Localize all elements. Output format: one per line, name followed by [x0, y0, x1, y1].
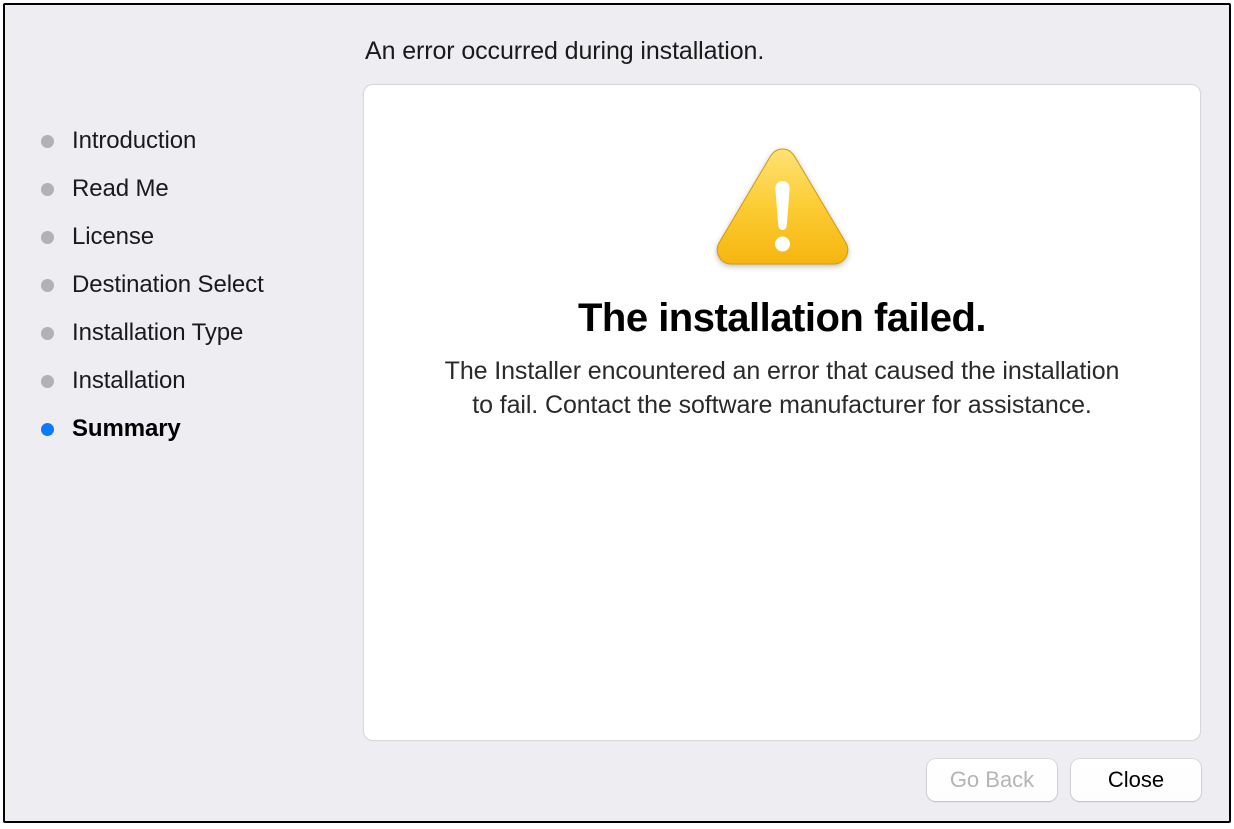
step-dot-icon	[41, 135, 54, 148]
step-summary: Summary	[33, 405, 343, 453]
step-label: Destination Select	[72, 271, 264, 299]
step-dot-icon	[41, 327, 54, 340]
page-title: An error occurred during installation.	[363, 25, 1201, 84]
warning-icon	[710, 143, 855, 268]
step-dot-icon	[41, 279, 54, 292]
go-back-button: Go Back	[927, 759, 1057, 801]
step-installation-type: Installation Type	[33, 309, 343, 357]
step-installation: Installation	[33, 357, 343, 405]
installer-steps-sidebar: Introduction Read Me License Destination…	[33, 25, 343, 741]
footer-buttons: Go Back Close	[5, 741, 1229, 821]
step-label: Read Me	[72, 175, 169, 203]
main-content: An error occurred during installation.	[363, 25, 1201, 741]
step-license: License	[33, 213, 343, 261]
step-destination-select: Destination Select	[33, 261, 343, 309]
step-dot-icon	[41, 183, 54, 196]
step-label: Introduction	[72, 127, 196, 155]
close-button[interactable]: Close	[1071, 759, 1201, 801]
installer-window: Introduction Read Me License Destination…	[3, 3, 1231, 823]
step-label: Summary	[72, 415, 181, 443]
step-label: Installation	[72, 367, 186, 395]
step-dot-icon	[41, 231, 54, 244]
step-introduction: Introduction	[33, 117, 343, 165]
step-label: License	[72, 223, 154, 251]
step-label: Installation Type	[72, 319, 243, 347]
body-area: Introduction Read Me License Destination…	[5, 5, 1229, 741]
step-dot-icon	[41, 423, 54, 436]
step-read-me: Read Me	[33, 165, 343, 213]
failure-description: The Installer encountered an error that …	[442, 355, 1122, 423]
step-dot-icon	[41, 375, 54, 388]
summary-panel: The installation failed. The Installer e…	[363, 84, 1201, 741]
failure-title: The installation failed.	[578, 296, 986, 341]
